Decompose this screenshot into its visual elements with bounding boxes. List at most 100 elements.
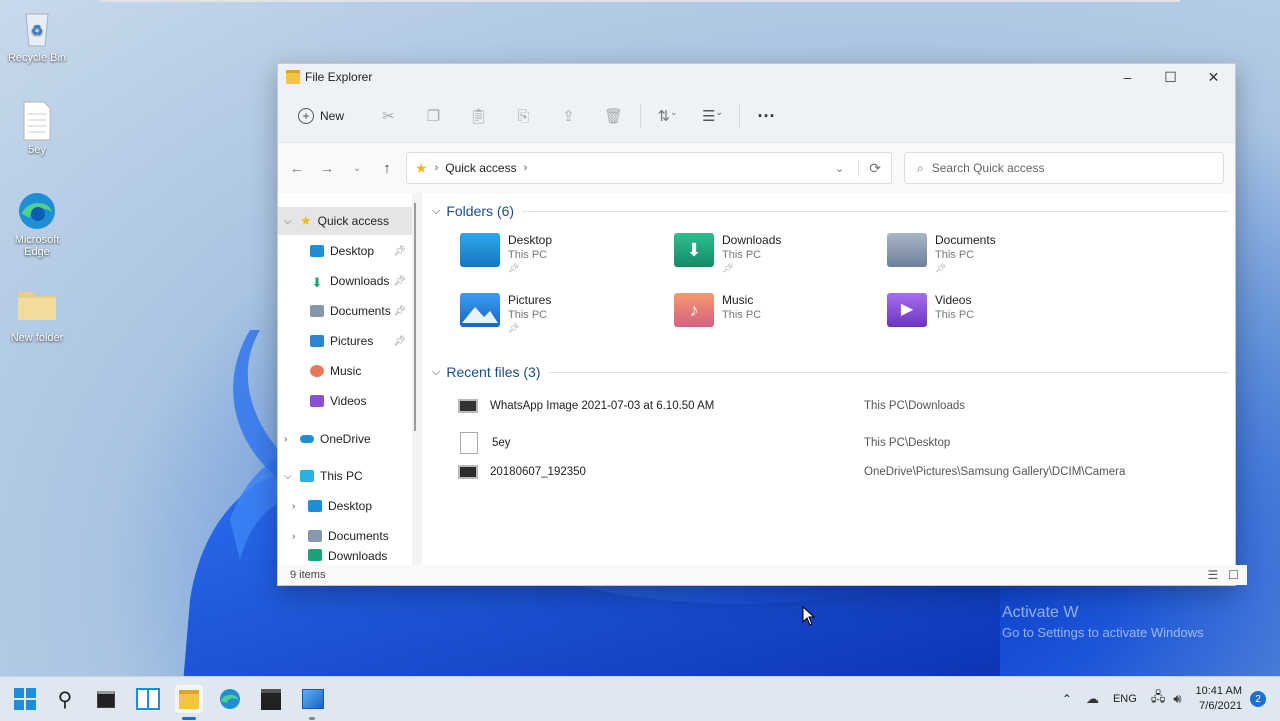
folder-name: Videos (935, 293, 972, 307)
photos-taskbar-button[interactable] (299, 685, 327, 713)
collapse-chevron-icon: ⌵ (432, 204, 441, 217)
folder-name: Music (722, 293, 754, 307)
breadcrumb-quick-access[interactable]: Quick access (445, 161, 516, 175)
videos-folder-icon: ▶ (887, 293, 927, 327)
widgets-button[interactable] (134, 685, 162, 713)
text-file-icon (460, 432, 478, 454)
rename-icon[interactable]: ⎘ (501, 108, 546, 125)
view-icon[interactable]: ☰ ⌄ (690, 107, 735, 125)
address-dropdown-icon[interactable]: ⌄ (835, 162, 844, 175)
nav-this-pc-documents[interactable]: › Documents (292, 522, 414, 550)
nav-music[interactable]: Music (310, 357, 414, 385)
more-options-icon[interactable]: ··· (744, 106, 789, 127)
folder-tile[interactable]: ⬇ Downloads This PC 📌︎ (674, 233, 781, 274)
volume-icon[interactable]: 🔊︎ (1173, 691, 1181, 707)
search-taskbar-button[interactable]: ⚲ (51, 685, 79, 713)
show-hidden-icons-chevron-icon[interactable]: ⌃ (1062, 692, 1072, 706)
cut-icon[interactable]: ✂ (366, 107, 411, 125)
photos-icon (302, 689, 324, 709)
recent-file-row[interactable]: 20180607_192350 OneDrive\Pictures\Samsun… (458, 465, 1218, 479)
recent-file-row[interactable]: 5ey This PC\Desktop (458, 432, 1218, 454)
nav-desktop[interactable]: Desktop 📌︎ (310, 237, 414, 265)
folder-location: This PC (508, 309, 548, 321)
cloud-icon (300, 435, 314, 443)
folders-section-header[interactable]: ⌵ Folders (6) (432, 203, 1229, 219)
nav-pictures[interactable]: Pictures 📌︎ (310, 327, 414, 355)
recycle-bin-icon[interactable]: ♻ Recycle Bin (0, 8, 74, 64)
clock[interactable]: 10:41 AM 7/6/2021 (1196, 684, 1242, 714)
nav-label: Desktop (330, 244, 375, 258)
language-indicator[interactable]: ENG (1113, 693, 1137, 705)
notification-badge[interactable]: 2 (1250, 691, 1266, 707)
folder-name: Pictures (508, 293, 552, 307)
nav-this-pc-downloads[interactable]: Downloads (292, 549, 414, 565)
task-view-button[interactable] (92, 685, 120, 713)
desktop-icon-label: New folder (10, 332, 64, 344)
maximize-button[interactable]: ☐ (1149, 64, 1192, 90)
sort-icon[interactable]: ⇅ ⌄ (645, 107, 690, 125)
microsoft-edge-icon[interactable]: Microsoft Edge (0, 190, 74, 258)
new-folder-icon[interactable]: New folder (0, 288, 74, 344)
nav-label: OneDrive (320, 432, 371, 446)
up-arrow-icon[interactable]: ↑ (372, 160, 402, 177)
title-bar[interactable]: File Explorer – ☐ ✕ (278, 64, 1235, 90)
nav-this-pc[interactable]: ⌵ This PC (284, 462, 414, 490)
nav-quick-access[interactable]: ⌵ ★ Quick access (278, 207, 414, 235)
expand-chevron-icon[interactable]: ⌵ (284, 471, 300, 482)
onedrive-cloud-icon[interactable]: ☁ (1086, 691, 1099, 707)
pin-icon: 📌︎ (508, 263, 520, 273)
tiles-view-icon[interactable]: ☐ (1228, 568, 1239, 582)
pin-icon: 📌︎ (508, 323, 520, 333)
edge-taskbar-button[interactable] (216, 685, 244, 713)
section-divider (522, 210, 1229, 212)
folder-tile[interactable]: Pictures This PC 📌︎ (460, 293, 551, 334)
folder-name: Downloads (722, 233, 782, 247)
folder-location: This PC (508, 249, 548, 261)
new-button[interactable]: + New (298, 108, 344, 124)
recent-file-row[interactable]: WhatsApp Image 2021-07-03 at 6.10.50 AM … (458, 399, 1218, 413)
details-view-icon[interactable]: ☰ (1207, 568, 1218, 582)
nav-this-pc-desktop[interactable]: › Desktop (292, 492, 414, 520)
file-explorer-taskbar-button[interactable] (175, 685, 203, 713)
network-icon[interactable]: 🖧︎ (1151, 688, 1166, 710)
file-5ey-icon[interactable]: 5ey (0, 100, 74, 156)
videos-icon (310, 395, 324, 407)
pin-icon: 📌︎ (393, 275, 406, 287)
nav-documents[interactable]: Documents 📌︎ (310, 297, 414, 325)
close-button[interactable]: ✕ (1192, 64, 1235, 90)
nav-videos[interactable]: Videos (310, 387, 414, 415)
widgets-icon (136, 688, 160, 710)
forward-arrow-icon[interactable]: → (312, 160, 342, 177)
expand-chevron-icon[interactable]: › (292, 501, 308, 512)
folder-location: This PC (935, 309, 975, 321)
paste-icon[interactable]: 📋︎ (456, 107, 501, 125)
expand-chevron-icon[interactable]: › (292, 531, 308, 542)
copy-icon[interactable]: ❐ (411, 107, 456, 125)
delete-icon[interactable]: 🗑︎ (591, 107, 636, 125)
recent-files-section-header[interactable]: ⌵ Recent files (3) (432, 364, 1229, 380)
desktop-folder-icon (460, 233, 500, 267)
back-arrow-icon[interactable]: ← (282, 160, 312, 177)
folder-tile[interactable]: Desktop This PC 📌︎ (460, 233, 552, 274)
recent-locations-chevron-icon[interactable]: ⌄ (342, 163, 372, 174)
nav-label: Documents (330, 304, 391, 318)
explorer-body: ⌵ ★ Quick access Desktop 📌︎ ⬇ Downloads … (278, 193, 1235, 565)
store-taskbar-button[interactable] (257, 685, 285, 713)
refresh-icon[interactable]: ⟳ (858, 159, 881, 177)
minimize-button[interactable]: – (1106, 64, 1149, 90)
desktop-icon-label: 5ey (28, 144, 46, 156)
address-bar[interactable]: ★ › Quick access › ⌄ ⟳ (406, 152, 892, 184)
expand-chevron-icon[interactable]: ⌵ (284, 216, 300, 227)
search-box[interactable]: ⌕ Search Quick access (904, 152, 1224, 184)
folder-tile[interactable]: Documents This PC 📌︎ (887, 233, 996, 274)
nav-scrollbar-thumb[interactable] (414, 203, 416, 431)
folder-tile[interactable]: ▶ Videos This PC (887, 293, 974, 327)
expand-chevron-icon[interactable]: › (284, 434, 300, 445)
folder-tile[interactable]: ♪ Music This PC (674, 293, 761, 327)
share-icon[interactable]: ⇪ (546, 107, 591, 125)
start-button[interactable] (11, 685, 39, 713)
pin-icon: 📌︎ (935, 263, 947, 273)
nav-downloads[interactable]: ⬇ Downloads 📌︎ (310, 267, 414, 295)
documents-folder-icon (887, 233, 927, 267)
nav-onedrive[interactable]: › OneDrive (284, 425, 414, 453)
